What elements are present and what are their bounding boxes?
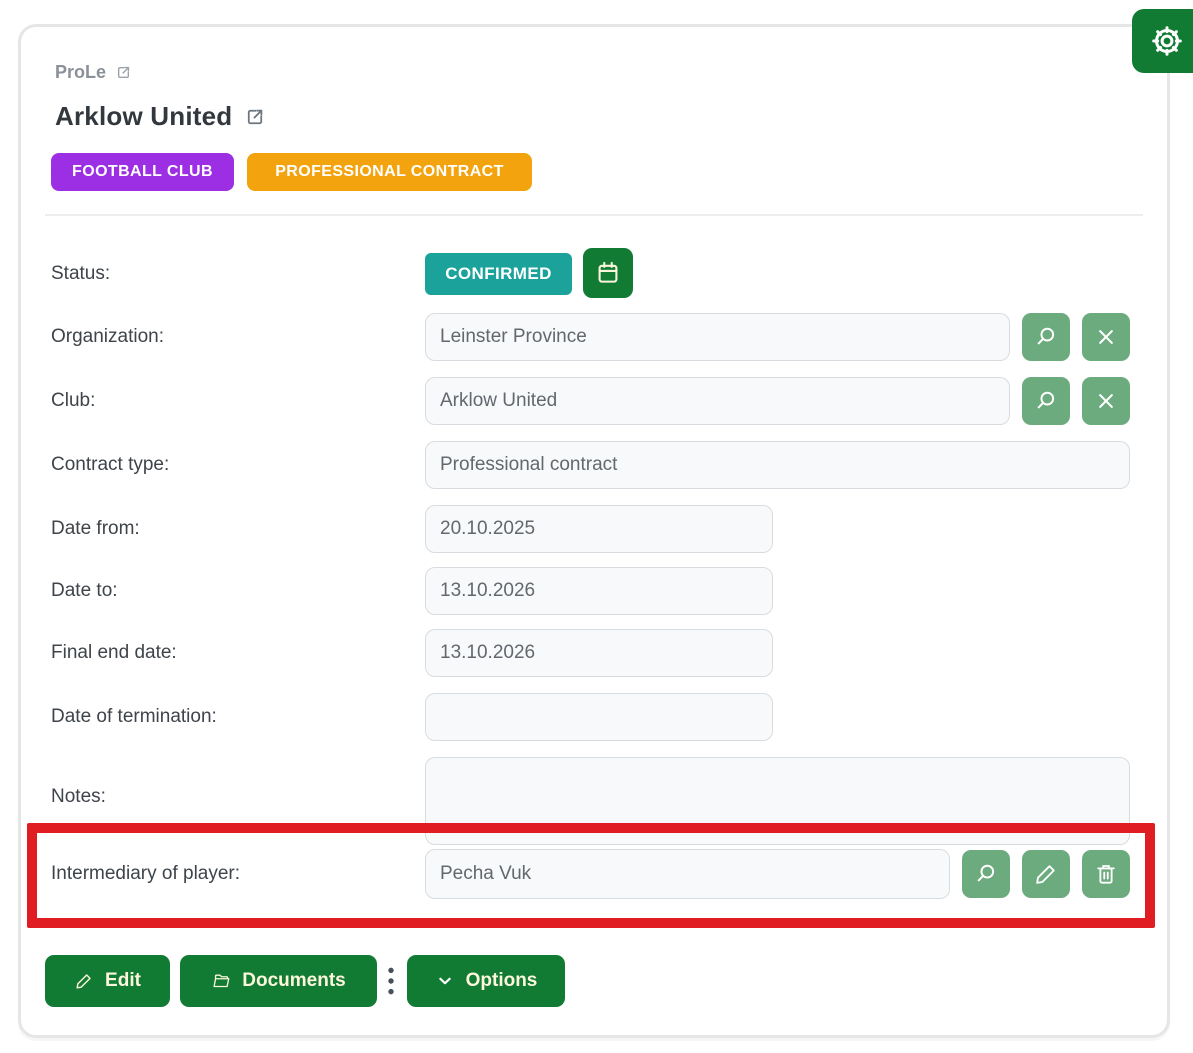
- status-label: Status:: [51, 261, 110, 287]
- clear-icon: [1093, 324, 1119, 350]
- calendar-icon: [594, 259, 622, 287]
- contract-type-label: Contract type:: [51, 452, 169, 478]
- status-calendar-button[interactable]: [583, 248, 633, 298]
- date-of-termination-input[interactable]: [425, 693, 773, 741]
- status-badge: CONFIRMED: [425, 253, 572, 295]
- search-icon: [973, 861, 999, 887]
- organization-input[interactable]: [425, 313, 1010, 361]
- club-type-badge: FOOTBALL CLUB: [51, 153, 234, 191]
- more-icon: [382, 964, 400, 998]
- page-title: Arklow United: [55, 101, 232, 132]
- settings-button[interactable]: [1132, 9, 1193, 73]
- intermediary-edit-button[interactable]: [1022, 850, 1070, 898]
- contract-type-input[interactable]: [425, 441, 1130, 489]
- contract-type-badge: PROFESSIONAL CONTRACT: [247, 153, 532, 191]
- organization-clear-button[interactable]: [1082, 313, 1130, 361]
- external-link-icon[interactable]: [244, 106, 266, 128]
- date-from-input[interactable]: [425, 505, 773, 553]
- search-icon: [1033, 324, 1059, 350]
- edit-icon: [74, 971, 94, 991]
- intermediary-search-button[interactable]: [962, 850, 1010, 898]
- final-end-date-label: Final end date:: [51, 640, 177, 666]
- club-search-button[interactable]: [1022, 377, 1070, 425]
- intermediary-of-player-label: Intermediary of player:: [51, 861, 240, 887]
- options-button-label: Options: [466, 970, 538, 992]
- clear-icon: [1093, 388, 1119, 414]
- divider: [45, 214, 1143, 216]
- edit-button[interactable]: Edit: [45, 955, 170, 1007]
- organization-label: Organization:: [51, 324, 164, 350]
- date-from-label: Date from:: [51, 516, 140, 542]
- documents-button-label: Documents: [242, 970, 345, 992]
- more-actions-button[interactable]: [381, 955, 401, 1007]
- organization-search-button[interactable]: [1022, 313, 1070, 361]
- date-to-input[interactable]: [425, 567, 773, 615]
- app-link[interactable]: ProLe: [55, 62, 132, 83]
- gear-icon: [1148, 22, 1186, 60]
- club-input[interactable]: [425, 377, 1010, 425]
- documents-icon: [211, 971, 231, 991]
- notes-label: Notes:: [51, 784, 106, 810]
- final-end-date-input[interactable]: [425, 629, 773, 677]
- title-row: Arklow United: [55, 101, 266, 132]
- chevron-down-icon: [435, 971, 455, 991]
- date-of-termination-label: Date of termination:: [51, 704, 217, 730]
- external-link-icon: [115, 64, 132, 81]
- club-clear-button[interactable]: [1082, 377, 1130, 425]
- notes-textarea[interactable]: [425, 757, 1130, 845]
- edit-icon: [1033, 861, 1059, 887]
- delete-icon: [1093, 861, 1119, 887]
- club-label: Club:: [51, 388, 95, 414]
- edit-button-label: Edit: [105, 970, 141, 992]
- app-link-label: ProLe: [55, 62, 106, 83]
- documents-button[interactable]: Documents: [180, 955, 377, 1007]
- intermediary-of-player-input[interactable]: [425, 849, 950, 899]
- intermediary-delete-button[interactable]: [1082, 850, 1130, 898]
- search-icon: [1033, 388, 1059, 414]
- date-to-label: Date to:: [51, 578, 118, 604]
- options-button[interactable]: Options: [407, 955, 565, 1007]
- page: ProLe Arklow United FOOTBALL CLUB PROFES…: [0, 0, 1193, 1053]
